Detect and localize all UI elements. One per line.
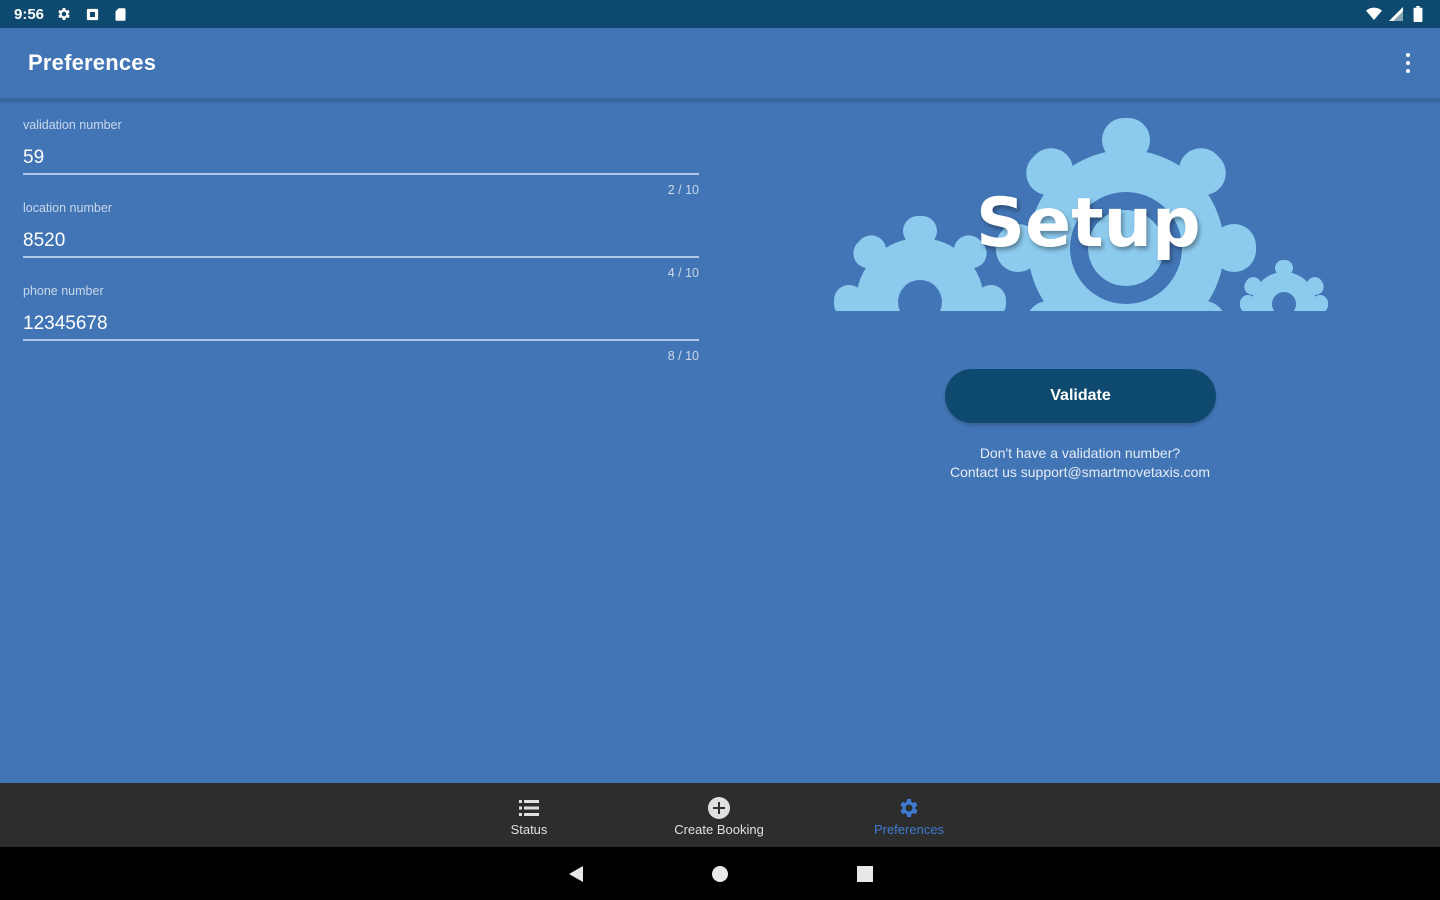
add-circle-icon [708,796,730,819]
page-title: Preferences [28,50,157,75]
nav-item-create-booking[interactable]: Create Booking [659,783,779,847]
gear-icon [56,6,72,22]
field-label: validation number [23,118,122,132]
recents-icon[interactable] [852,861,878,887]
phone-number-field: phone number 8 / 10 [23,276,699,363]
battery-icon [1410,6,1426,22]
preferences-form: validation number 2 / 10 location number… [23,110,699,363]
field-label: phone number [23,284,104,298]
setup-title: Setup [976,184,1201,263]
location-number-field: location number 4 / 10 [23,193,699,280]
field-label: location number [23,201,112,215]
character-counter: 8 / 10 [667,349,699,363]
validate-button[interactable]: Validate [945,369,1216,423]
setup-graphic: Setup [828,112,1332,314]
status-bar: 9:56 [0,0,1440,28]
nav-label: Preferences [873,821,945,837]
validation-number-field: validation number 2 / 10 [23,110,699,197]
home-icon[interactable] [707,861,733,887]
help-line-1: Don't have a validation number? [979,445,1181,461]
nav-item-status[interactable]: Status [469,783,589,847]
system-navigation-bar [0,847,1440,900]
help-text: Don't have a validation number? Contact … [900,444,1260,482]
app-bar: Preferences [0,28,1440,100]
back-icon[interactable] [563,861,589,887]
cast-icon [84,6,100,22]
nav-item-preferences[interactable]: Preferences [849,783,969,847]
more-vert-icon[interactable] [1396,43,1420,83]
gear-icon [900,798,918,817]
bottom-navigation: Status Create Booking Preferences [0,783,1440,847]
signal-icon [1388,6,1404,22]
status-left: 9:56 [14,6,128,23]
nav-label: Status [510,821,548,837]
phone-number-input[interactable] [23,309,699,341]
help-line-2: Contact us support@smartmovetaxis.com [949,464,1211,480]
list-icon [519,799,539,816]
sd-card-icon [112,6,128,22]
nav-label: Create Booking [674,821,764,837]
wifi-icon [1366,6,1382,22]
location-number-input[interactable] [23,226,699,258]
validation-number-input[interactable] [23,143,699,175]
status-right [1366,6,1426,22]
status-time: 9:56 [14,5,45,23]
